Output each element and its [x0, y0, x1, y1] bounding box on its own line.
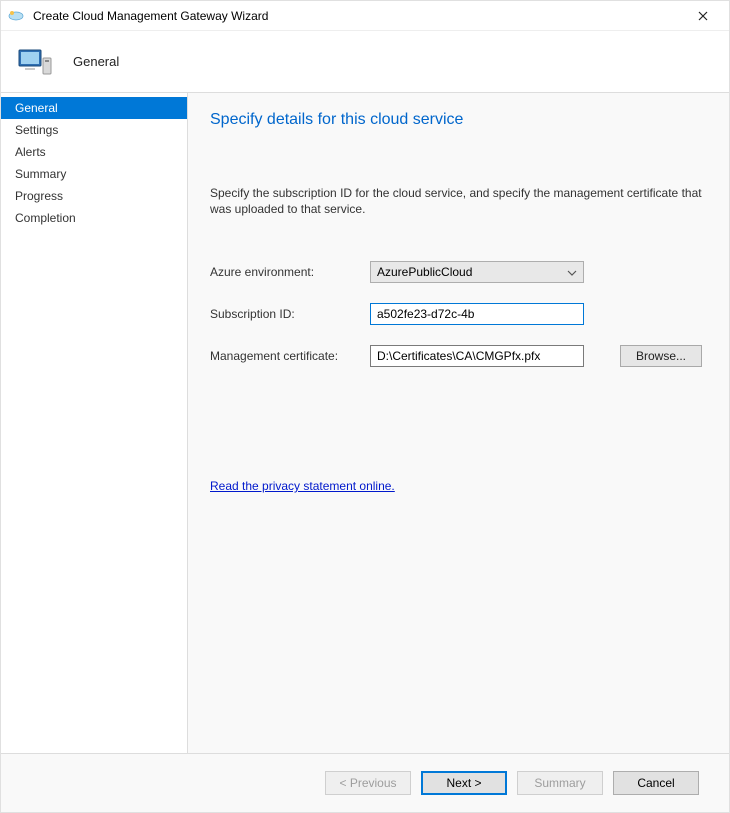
page-description: Specify the subscription ID for the clou…	[210, 185, 707, 217]
label-management-certificate: Management certificate:	[210, 349, 370, 363]
page-heading: Specify details for this cloud service	[210, 111, 707, 129]
row-subscription-id: Subscription ID:	[210, 303, 707, 325]
label-subscription-id: Subscription ID:	[210, 307, 370, 321]
cancel-button[interactable]: Cancel	[613, 771, 699, 795]
privacy-statement-link[interactable]: Read the privacy statement online.	[210, 479, 395, 493]
browse-button[interactable]: Browse...	[620, 345, 702, 367]
next-button[interactable]: Next >	[421, 771, 507, 795]
azure-environment-dropdown[interactable]: AzurePublicCloud	[370, 261, 584, 283]
app-icon	[7, 7, 25, 25]
row-management-certificate: Management certificate: Browse...	[210, 345, 707, 367]
sidebar-item-general[interactable]: General	[1, 97, 187, 119]
computer-icon	[15, 42, 55, 82]
azure-environment-value: AzurePublicCloud	[377, 265, 472, 279]
previous-button: < Previous	[325, 771, 411, 795]
subscription-id-input[interactable]	[370, 303, 584, 325]
wizard-footer: < Previous Next > Summary Cancel	[1, 753, 729, 811]
wizard-body: General Settings Alerts Summary Progress…	[1, 93, 729, 753]
management-certificate-input[interactable]	[370, 345, 584, 367]
label-azure-environment: Azure environment:	[210, 265, 370, 279]
window-title: Create Cloud Management Gateway Wizard	[33, 9, 683, 23]
header-section-title: General	[73, 54, 119, 69]
sidebar-item-progress[interactable]: Progress	[1, 185, 187, 207]
sidebar-item-alerts[interactable]: Alerts	[1, 141, 187, 163]
sidebar-item-summary[interactable]: Summary	[1, 163, 187, 185]
summary-button: Summary	[517, 771, 603, 795]
wizard-content: Specify details for this cloud service S…	[188, 93, 729, 753]
chevron-down-icon	[567, 267, 577, 281]
sidebar-item-settings[interactable]: Settings	[1, 119, 187, 141]
wizard-sidebar: General Settings Alerts Summary Progress…	[1, 93, 188, 753]
close-button[interactable]	[683, 2, 723, 30]
header-banner: General	[1, 31, 729, 93]
titlebar: Create Cloud Management Gateway Wizard	[1, 1, 729, 31]
row-azure-environment: Azure environment: AzurePublicCloud	[210, 261, 707, 283]
sidebar-item-completion[interactable]: Completion	[1, 207, 187, 229]
